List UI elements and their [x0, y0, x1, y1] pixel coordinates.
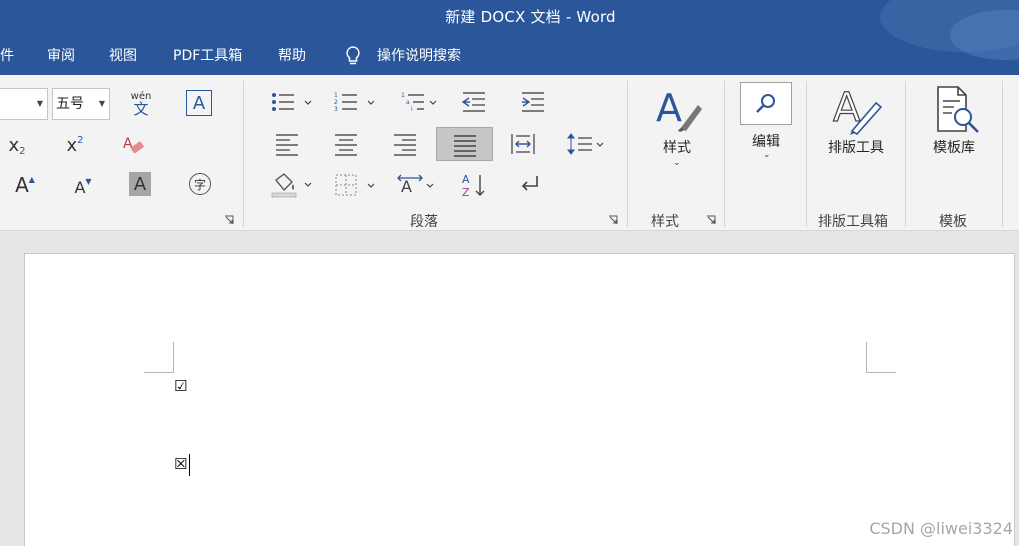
tab-help[interactable]: 帮助	[278, 44, 306, 68]
subscript-button[interactable]: x2	[4, 131, 30, 159]
layout-tools-icon[interactable]: A	[830, 85, 882, 135]
subscript-2: 2	[19, 145, 26, 157]
group-separator	[243, 81, 244, 227]
group-separator	[1002, 81, 1003, 227]
tab-view[interactable]: 视图	[109, 44, 137, 68]
line-spacing-icon[interactable]	[566, 132, 608, 156]
align-left-icon[interactable]	[274, 132, 300, 156]
superscript-button[interactable]: x2	[62, 131, 88, 159]
multilevel-list-icon[interactable]: 1ai	[400, 90, 446, 114]
paragraph-dialog-launcher-icon[interactable]	[608, 215, 618, 225]
paragraph-shading-icon[interactable]	[270, 172, 316, 198]
svg-text:A: A	[401, 177, 412, 196]
document-page[interactable]	[24, 253, 1015, 546]
window-title: 新建 DOCX 文档 - Word	[445, 8, 616, 26]
svg-text:a: a	[406, 99, 410, 106]
svg-text:i: i	[411, 106, 413, 113]
chevron-down-icon: ▼	[36, 99, 43, 108]
svg-text:A: A	[462, 173, 470, 186]
lightbulb-icon[interactable]	[344, 45, 362, 67]
superscript-x: x	[66, 134, 78, 156]
show-formatting-marks-icon[interactable]	[517, 172, 545, 198]
justify-icon	[454, 135, 476, 157]
character-border-button[interactable]: A	[186, 90, 212, 116]
styles-group-label: 样式	[651, 214, 679, 230]
font-name-combo[interactable]: ▼	[0, 88, 48, 120]
svg-text:1: 1	[334, 92, 338, 99]
svg-text:A: A	[656, 86, 682, 130]
group-separator	[806, 81, 807, 227]
tab-file[interactable]: 件	[0, 44, 14, 68]
numbering-icon[interactable]: 123	[333, 90, 379, 114]
enclose-characters-button[interactable]: 字	[189, 173, 211, 195]
phonetic-guide-button[interactable]: wén 文	[126, 89, 156, 119]
font-size-value: 五号	[56, 96, 84, 112]
tab-pdf-toolbox[interactable]: PDF工具箱	[173, 44, 242, 68]
group-separator	[627, 81, 628, 227]
superscript-2: 2	[77, 134, 84, 146]
increase-indent-icon[interactable]	[519, 90, 547, 114]
checked-box-symbol[interactable]: ☑	[174, 377, 187, 395]
borders-icon[interactable]	[333, 172, 379, 198]
template-group-label: 模板	[939, 214, 967, 230]
tell-me-search[interactable]: 操作说明搜索	[377, 44, 461, 68]
paragraph-group-label: 段落	[410, 214, 438, 230]
character-border-icon: A	[192, 92, 206, 114]
distributed-icon[interactable]	[510, 132, 536, 156]
title-bar: 新建 DOCX 文档 - Word	[0, 0, 1019, 75]
svg-text:3: 3	[334, 106, 338, 113]
text-cursor	[189, 454, 190, 476]
svg-text:A: A	[833, 85, 861, 131]
template-library-button-label[interactable]: 模板库	[926, 137, 982, 157]
justify-button[interactable]	[436, 127, 493, 161]
text-direction-icon[interactable]: A	[396, 172, 442, 198]
chevron-down-icon: ▼	[98, 99, 105, 108]
template-library-icon[interactable]	[932, 85, 982, 135]
magnifier-icon	[756, 93, 775, 113]
grow-font-icon: A	[15, 173, 29, 197]
clear-formatting-icon[interactable]: A	[120, 133, 146, 157]
align-center-icon[interactable]	[333, 132, 359, 156]
styles-button-label[interactable]: 样式	[657, 137, 697, 157]
styles-dialog-launcher-icon[interactable]	[706, 215, 716, 225]
svg-text:1: 1	[401, 92, 405, 99]
crossed-box-symbol[interactable]: ☒	[174, 455, 187, 473]
bullets-icon[interactable]	[270, 90, 316, 114]
enclose-characters-icon: 字	[193, 177, 206, 192]
sort-icon[interactable]: A Z	[460, 171, 488, 199]
subscript-x: x	[8, 134, 20, 156]
styles-icon[interactable]: A	[652, 85, 702, 133]
chevron-down-icon[interactable]: ⌄	[673, 158, 681, 168]
grow-font-button[interactable]: A ▲	[12, 171, 38, 199]
grow-arrow-icon: ▲	[28, 174, 35, 184]
shrink-font-button[interactable]: A ▼	[70, 173, 96, 201]
layout-toolbox-group-label: 排版工具箱	[818, 214, 888, 230]
shrink-font-icon: A	[74, 177, 86, 197]
editing-button[interactable]	[740, 82, 792, 125]
group-separator	[905, 81, 906, 227]
watermark: CSDN @liwei3324	[869, 519, 1013, 538]
font-dialog-launcher-icon[interactable]	[224, 215, 234, 225]
character-shading-button[interactable]: A	[129, 172, 151, 196]
character-shading-icon: A	[133, 173, 147, 195]
phonetic-bottom: 文	[133, 99, 149, 118]
ribbon: ▼ 五号 ▼ wén 文 A x2 x2 A A ▲ A ▼ A 字 1 2 3…	[0, 75, 1019, 231]
layout-tools-button-label[interactable]: 排版工具	[820, 137, 892, 157]
document-canvas[interactable]	[0, 231, 1019, 546]
decrease-indent-icon[interactable]	[460, 90, 488, 114]
group-separator	[724, 81, 725, 227]
margin-corner-top-left	[144, 342, 174, 373]
margin-corner-top-right	[866, 342, 896, 373]
editing-button-label[interactable]: 编辑	[746, 131, 786, 151]
chevron-down-icon[interactable]: ⌄	[763, 150, 771, 160]
shrink-arrow-icon: ▼	[85, 176, 92, 186]
font-size-combo[interactable]: 五号 ▼	[52, 88, 110, 120]
svg-text:2: 2	[334, 99, 338, 106]
align-right-icon[interactable]	[392, 132, 418, 156]
tab-review[interactable]: 审阅	[47, 44, 75, 68]
svg-text:Z: Z	[462, 186, 470, 199]
